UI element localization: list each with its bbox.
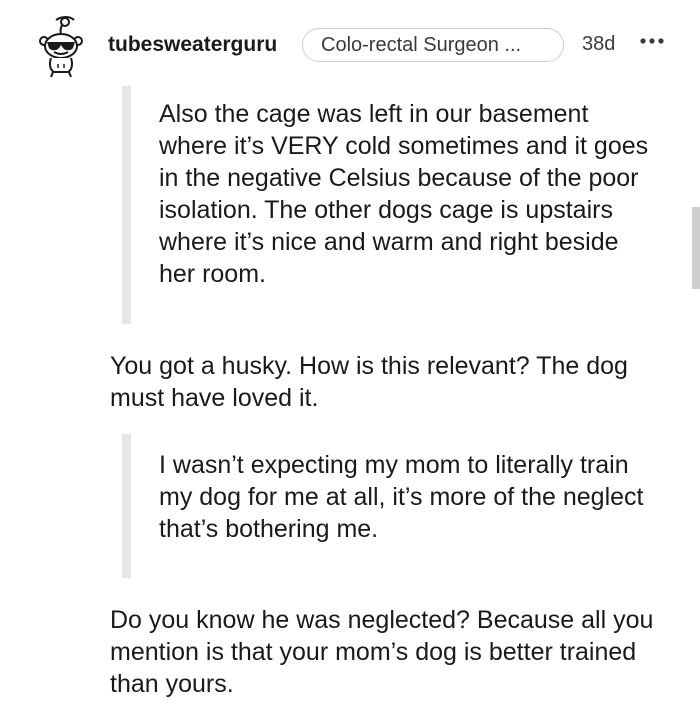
user-flair: Colo-rectal Surgeon ... bbox=[302, 28, 564, 62]
username[interactable]: tubesweaterguru bbox=[108, 33, 277, 57]
comment-age: 38d bbox=[582, 33, 616, 55]
reply-paragraph: Do you know he was neglected? Because al… bbox=[110, 606, 654, 698]
blockquote: I wasn’t expecting my mom to literally t… bbox=[122, 434, 682, 578]
reply-paragraph: You got a husky. How is this relevant? T… bbox=[110, 352, 628, 412]
comment-header: tubesweaterguru Colo-rectal Surgeon ... … bbox=[36, 12, 676, 78]
scrollbar[interactable] bbox=[692, 207, 700, 289]
more-options-icon[interactable] bbox=[636, 28, 670, 58]
quoted-text: Also the cage was left in our basement w… bbox=[159, 100, 649, 288]
blockquote: Also the cage was left in our basement w… bbox=[122, 86, 682, 324]
quoted-text: I wasn’t expecting my mom to literally t… bbox=[159, 451, 644, 543]
snoo-avatar-icon[interactable] bbox=[36, 14, 86, 78]
